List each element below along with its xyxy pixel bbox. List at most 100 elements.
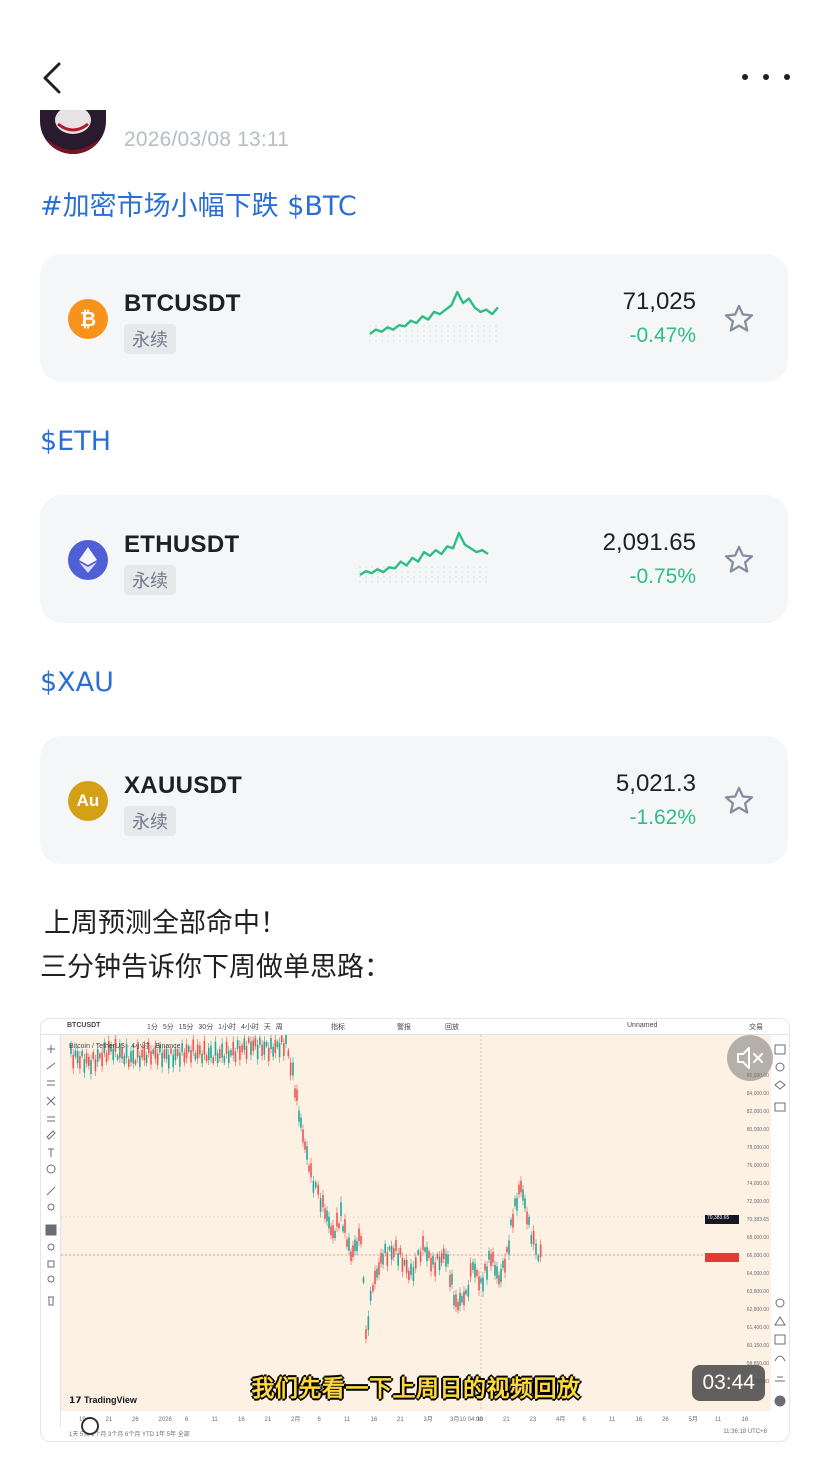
sparkline-dot xyxy=(465,325,467,327)
tv-candle-body xyxy=(486,1266,488,1280)
sparkline-dot xyxy=(447,325,449,327)
sparkline-dot xyxy=(411,335,413,337)
ticker-card-xau[interactable]: Au XAUUSDT 永续 5,021.3 -1.62% xyxy=(40,736,788,864)
sparkline-dot xyxy=(381,340,383,342)
ticker-price: 5,021.3 xyxy=(615,770,696,797)
tv-candle-body xyxy=(267,1047,270,1062)
sparkline-dot xyxy=(419,571,421,573)
sparkline-line xyxy=(369,290,499,335)
sparkline-dot xyxy=(485,566,487,568)
tv-candle-body xyxy=(469,1263,472,1277)
star-icon[interactable] xyxy=(722,302,756,336)
sparkline-dot xyxy=(495,330,497,332)
tv-candle-body xyxy=(401,1257,404,1272)
tv-candle-body xyxy=(482,1277,484,1292)
svg-text:₿: ₿ xyxy=(80,309,96,331)
tv-candle-body xyxy=(236,1040,239,1050)
tv-candle-body xyxy=(300,1117,302,1128)
sparkline-dot xyxy=(377,566,379,568)
tv-candle-body xyxy=(315,1182,317,1188)
ticker-card-eth[interactable]: ETHUSDT 永续 2,091.65 -0.75% xyxy=(40,495,788,623)
sparkline-dot xyxy=(479,581,481,583)
sparkline-dot xyxy=(365,566,367,568)
tv-candle-body xyxy=(330,1226,332,1236)
hashtag-link[interactable]: #加密市场小幅下跌 $BTC xyxy=(40,184,357,223)
sparkline-dot xyxy=(435,325,437,327)
sparkline-dot xyxy=(447,335,449,337)
star-icon[interactable] xyxy=(722,543,756,577)
tv-trade: 交易 xyxy=(749,1024,763,1031)
sparkline-dot xyxy=(443,566,445,568)
sparkline-dot xyxy=(453,325,455,327)
tv-candle-body xyxy=(227,1050,230,1064)
tv-candle-body xyxy=(514,1198,516,1207)
sparkline-dot xyxy=(435,335,437,337)
tv-candle-body xyxy=(453,1295,455,1306)
tv-date-label: 6 xyxy=(583,1417,587,1423)
tv-candle-body xyxy=(232,1041,235,1056)
ticker-card-btc[interactable]: ₿ BTCUSDT 永续 71,025 -0.47% xyxy=(40,254,788,382)
tv-scale-label: 62,800.00 xyxy=(746,1307,769,1313)
sparkline-dot xyxy=(443,581,445,583)
tv-candle-body xyxy=(334,1230,336,1239)
sparkline-dot xyxy=(471,330,473,332)
sparkline-dot xyxy=(483,340,485,342)
sparkline-dot xyxy=(413,571,415,573)
tv-candle-body xyxy=(472,1262,474,1271)
sparkline-dot xyxy=(399,335,401,337)
tv-candle-body xyxy=(76,1051,79,1064)
tv-date-label: 16 xyxy=(371,1417,378,1423)
tv-candle-body xyxy=(526,1211,528,1225)
tv-candle-body xyxy=(367,1316,370,1331)
tv-candle-body xyxy=(280,1035,283,1043)
sparkline-dot xyxy=(429,330,431,332)
tv-scale-label: 60,150.00 xyxy=(746,1343,769,1349)
sparkline-dot xyxy=(423,325,425,327)
tv-candle-body xyxy=(216,1053,219,1064)
mute-button[interactable] xyxy=(727,1035,773,1081)
tv-candle-body xyxy=(296,1089,298,1102)
tv-candle-body xyxy=(457,1301,459,1311)
sparkline-dot xyxy=(479,576,481,578)
eth-tag-link[interactable]: $ETH xyxy=(40,426,111,457)
ticker-change: -0.75% xyxy=(629,565,696,588)
sparkline-dot xyxy=(465,335,467,337)
tv-candle-body xyxy=(210,1045,212,1059)
tv-price-tag xyxy=(705,1253,739,1262)
tv-candle-body xyxy=(283,1043,285,1057)
more-options-button[interactable] xyxy=(742,62,790,92)
avatar[interactable] xyxy=(40,110,106,154)
star-icon[interactable] xyxy=(722,784,756,818)
tv-candle-body xyxy=(234,1051,237,1063)
tv-candle-body xyxy=(254,1037,257,1047)
sparkline-dot xyxy=(425,566,427,568)
sparkline-dot xyxy=(399,330,401,332)
tv-candle-body xyxy=(500,1268,502,1283)
back-button[interactable] xyxy=(34,56,70,100)
sparkline-dot xyxy=(441,325,443,327)
post-body-line-1: 上周预测全部命中！ xyxy=(44,908,287,939)
video-progress-handle[interactable] xyxy=(81,1417,99,1435)
tv-candle-body xyxy=(252,1040,255,1052)
tv-candle-body xyxy=(426,1247,428,1261)
sparkline-dot xyxy=(473,576,475,578)
tv-candle-body xyxy=(81,1050,83,1057)
sparkline-dot xyxy=(375,340,377,342)
tv-candle-body xyxy=(324,1208,326,1219)
sparkline-dot xyxy=(443,571,445,573)
tv-candle-body xyxy=(445,1253,447,1267)
sparkline-dot xyxy=(375,325,377,327)
tv-candle-body xyxy=(310,1163,312,1178)
tv-candle-body xyxy=(436,1253,439,1259)
sparkline-dot xyxy=(471,335,473,337)
tv-candle-body xyxy=(132,1050,135,1064)
xau-tag-link[interactable]: $XAU xyxy=(40,667,114,698)
post-author-row: 2026/03/08 13:11 xyxy=(40,110,640,158)
tv-candle-body xyxy=(530,1234,533,1244)
tv-candle-body xyxy=(221,1043,223,1058)
tv-candle-body xyxy=(510,1219,512,1226)
sparkline-dot xyxy=(431,566,433,568)
sparkline-dot xyxy=(393,340,395,342)
sparkline-dot xyxy=(459,335,461,337)
video-player[interactable]: BTCUSDT 1分 5分 15分 30分 1小时 4小时 天 周 指标 警报 … xyxy=(40,1018,790,1442)
